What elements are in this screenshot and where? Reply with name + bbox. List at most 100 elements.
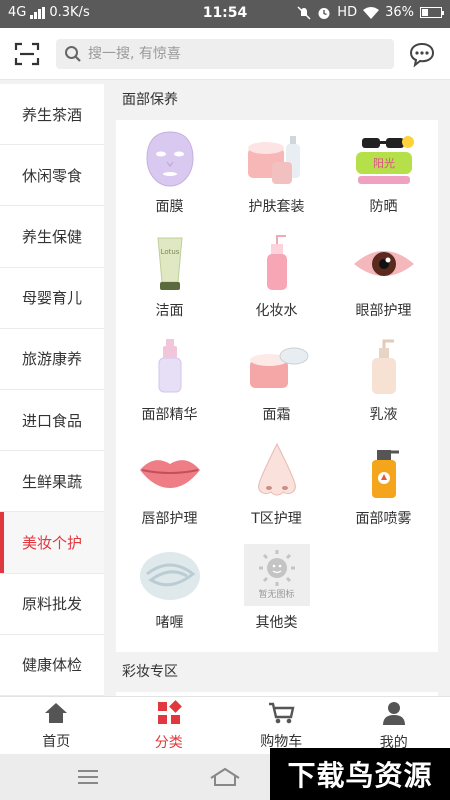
placeholder-text: 暂无图标 bbox=[258, 590, 295, 600]
nav-item[interactable]: 首页 bbox=[0, 697, 113, 754]
category-item-label: 防晒 bbox=[369, 199, 398, 215]
sidebar-item-label: 生鲜果蔬 bbox=[21, 472, 82, 491]
category-item-label: 面霜 bbox=[262, 407, 291, 423]
category-item[interactable]: 护肤套装 bbox=[223, 128, 330, 232]
lotion-pump-icon bbox=[348, 336, 420, 398]
category-item-label: 乳液 bbox=[369, 407, 398, 423]
watermark-logo: 下载鸟资源 bbox=[270, 748, 450, 800]
sidebar-item-label: 养生保健 bbox=[21, 227, 82, 246]
cart-icon bbox=[267, 701, 295, 729]
category-item[interactable]: 暂无图标 其他类 bbox=[223, 544, 330, 648]
search-icon bbox=[65, 46, 81, 62]
face-cream-jar-icon bbox=[241, 336, 313, 398]
category-item-label: 唇部护理 bbox=[141, 511, 198, 527]
placeholder-sun-icon: 暂无图标 bbox=[241, 544, 313, 606]
category-item[interactable]: 面部喷雾 bbox=[330, 440, 437, 544]
category-item-label: 护肤套装 bbox=[248, 199, 305, 215]
scan-button[interactable] bbox=[12, 40, 42, 68]
category-item-label: 啫喱 bbox=[155, 615, 184, 631]
sidebar-item[interactable]: 生鲜果蔬 bbox=[0, 451, 104, 513]
category-sidebar: 养生茶酒休闲零食养生保健母婴育儿旅游康养进口食品生鲜果蔬美妆个护原料批发健康体检 bbox=[0, 84, 104, 696]
category-item[interactable]: 化妆水 bbox=[223, 232, 330, 336]
category-item-label: 洁面 bbox=[155, 303, 184, 319]
sidebar-item-label: 美妆个护 bbox=[21, 533, 82, 552]
battery-icon bbox=[420, 7, 444, 18]
sidebar-item[interactable]: 健康体检 bbox=[0, 635, 104, 696]
sidebar-item[interactable]: 母婴育儿 bbox=[0, 268, 104, 329]
svg-text:阳光: 阳光 bbox=[373, 156, 395, 170]
category-item[interactable]: 眼部护理 bbox=[330, 232, 437, 336]
sidebar-item-label: 原料批发 bbox=[21, 595, 82, 614]
sidebar-item-label: 休闲零食 bbox=[21, 166, 82, 185]
category-item[interactable]: 阳光 防晒 bbox=[330, 128, 437, 232]
sidebar-item[interactable]: 旅游康养 bbox=[0, 329, 104, 390]
nav-item[interactable]: 购物车 bbox=[225, 697, 338, 754]
category-item[interactable]: 唇部护理 bbox=[116, 440, 223, 544]
top-header bbox=[0, 28, 450, 80]
sidebar-item[interactable]: 原料批发 bbox=[0, 574, 104, 635]
category-content: 面部保养 面膜 护肤套装 阳光防晒 Lotus 洁面 化妆水 眼部护理面部精华 面霜 乳液唇部护… bbox=[104, 80, 450, 696]
section-title-face-care: 面部保养 bbox=[122, 92, 178, 108]
sidebar-item[interactable]: 美妆个护 bbox=[0, 512, 104, 574]
sidebar-item-label: 养生茶酒 bbox=[21, 105, 82, 124]
sidebar-item-label: 进口食品 bbox=[21, 411, 82, 430]
sidebar-item-label: 母婴育儿 bbox=[21, 289, 82, 308]
alarm-icon bbox=[318, 7, 330, 19]
search-input[interactable] bbox=[88, 46, 368, 62]
message-button[interactable] bbox=[408, 40, 436, 68]
category-item[interactable]: 啫喱 bbox=[116, 544, 223, 648]
nav-item-label: 首页 bbox=[42, 733, 71, 750]
status-bar: 4G 0.3K/s 11:54 HD 36% bbox=[0, 0, 450, 28]
sidebar-item[interactable]: 养生保健 bbox=[0, 206, 104, 268]
category-item-label: 化妆水 bbox=[255, 303, 298, 319]
category-item-label: 面膜 bbox=[155, 199, 184, 215]
status-right: HD 36% bbox=[297, 5, 444, 20]
bottom-navigation: 首页 分类 购物车 我的 bbox=[0, 696, 450, 754]
menu-icon[interactable] bbox=[76, 768, 100, 786]
face-mask-icon bbox=[134, 128, 206, 190]
scan-icon bbox=[14, 42, 40, 66]
category-item[interactable]: 乳液 bbox=[330, 336, 437, 440]
chat-bubble-icon bbox=[409, 42, 435, 68]
battery-percent: 36% bbox=[385, 5, 414, 20]
category-icon bbox=[156, 699, 182, 730]
serum-bottle-icon bbox=[134, 336, 206, 398]
svg-text:Lotus: Lotus bbox=[160, 248, 179, 256]
category-item-label: 面部喷雾 bbox=[355, 511, 412, 527]
eye-icon bbox=[348, 232, 420, 294]
mute-icon bbox=[297, 5, 311, 20]
cleanser-tube-icon: Lotus bbox=[134, 232, 206, 294]
sidebar-item-label: 旅游康养 bbox=[21, 350, 82, 369]
wifi-icon bbox=[363, 6, 380, 19]
category-item[interactable]: 面部精华 bbox=[116, 336, 223, 440]
sidebar-item[interactable]: 进口食品 bbox=[0, 390, 104, 452]
face-care-grid: 面膜 护肤套装 阳光防晒 Lotus 洁面 化妆水 眼部护理面部精华 面霜 乳液唇部护理 T区护理… bbox=[116, 128, 438, 648]
gel-swirl-icon bbox=[134, 544, 206, 606]
sidebar-item[interactable]: 休闲零食 bbox=[0, 145, 104, 207]
category-item-label: 其他类 bbox=[255, 615, 298, 631]
toner-bottle-icon bbox=[241, 232, 313, 294]
search-bar[interactable] bbox=[56, 39, 394, 69]
sidebar-item[interactable]: 养生茶酒 bbox=[0, 84, 104, 146]
lips-icon bbox=[134, 440, 206, 502]
category-item-label: 眼部护理 bbox=[355, 303, 412, 319]
face-care-panel: 面膜 护肤套装 阳光防晒 Lotus 洁面 化妆水 眼部护理面部精华 面霜 乳液唇部护理 T区护理… bbox=[116, 120, 438, 652]
nose-icon bbox=[241, 440, 313, 502]
category-item-label: 面部精华 bbox=[141, 407, 198, 423]
category-item[interactable]: 面霜 bbox=[223, 336, 330, 440]
nav-item[interactable]: 我的 bbox=[338, 697, 450, 754]
hd-badge: HD bbox=[337, 5, 358, 20]
home-icon bbox=[43, 701, 69, 729]
section-title-makeup: 彩妆专区 bbox=[122, 664, 178, 680]
category-item[interactable]: Lotus 洁面 bbox=[116, 232, 223, 336]
user-icon bbox=[381, 700, 407, 730]
sunscreen-icon: 阳光 bbox=[348, 128, 420, 190]
category-item[interactable]: T区护理 bbox=[223, 440, 330, 544]
home-system-icon[interactable] bbox=[208, 766, 242, 788]
nav-item[interactable]: 分类 bbox=[113, 697, 226, 754]
spray-bottle-icon bbox=[348, 440, 420, 502]
skincare-set-icon bbox=[241, 128, 313, 190]
category-item-label: T区护理 bbox=[251, 511, 302, 527]
category-item[interactable]: 面膜 bbox=[116, 128, 223, 232]
sidebar-item-label: 健康体检 bbox=[21, 656, 82, 675]
